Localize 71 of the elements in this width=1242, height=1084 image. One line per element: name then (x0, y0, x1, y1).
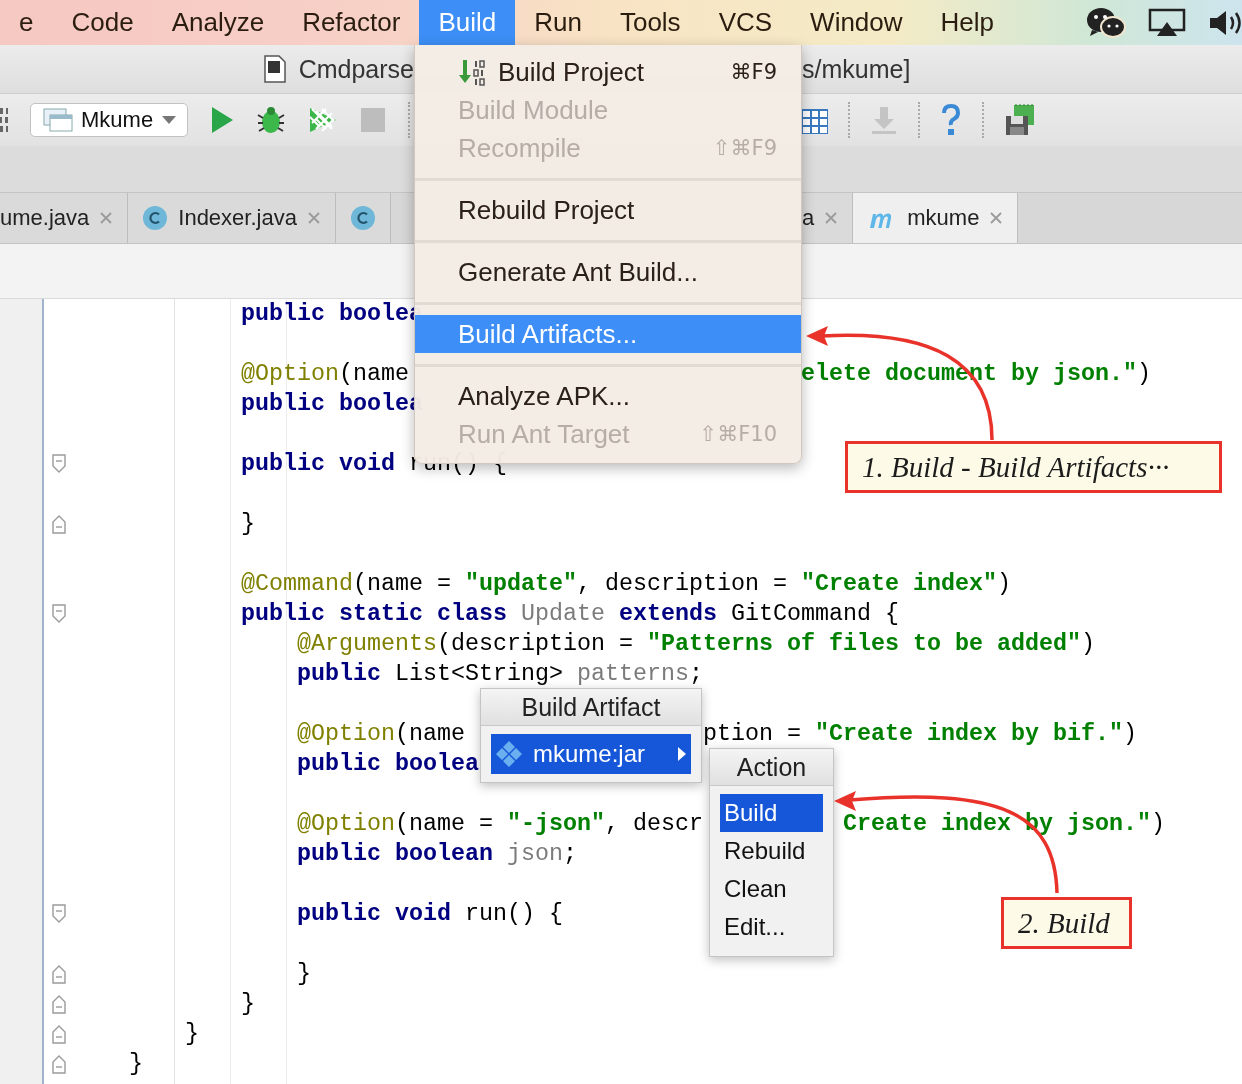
window-title: Cmdparse (298, 54, 414, 84)
stop-icon[interactable] (360, 107, 387, 133)
chat-icon[interactable] (1086, 5, 1126, 40)
fold-icon[interactable] (51, 514, 66, 534)
fold-icon[interactable] (51, 904, 66, 924)
editor-tab[interactable]: ume.java (0, 193, 129, 243)
menu-item[interactable]: Tools (600, 0, 700, 45)
code-line: @Option(name = "-json", descr (296, 810, 703, 839)
run-config-dropdown[interactable]: Mkume (30, 103, 189, 137)
help-icon[interactable] (940, 104, 962, 136)
fold-icon[interactable] (51, 994, 66, 1014)
code-line: } (44, 1019, 199, 1049)
menu-item[interactable]: Run (515, 0, 601, 45)
popup-title: Action (710, 749, 833, 786)
code-line: public static class Update extends GitCommand { (44, 599, 899, 629)
grid-icon[interactable] (802, 106, 828, 134)
menu-item[interactable]: Refactor (283, 0, 420, 45)
code-line: @Option(name (296, 720, 466, 749)
menu-item[interactable]: Edit... (720, 908, 823, 946)
menu-item[interactable]: Build Project ⌘F9 (415, 53, 801, 91)
menu-item[interactable]: Code (52, 0, 153, 45)
menu-item[interactable]: mkume:jar (491, 734, 691, 774)
menu-item[interactable]: Window (791, 0, 922, 45)
menu-item[interactable]: Help (921, 0, 1014, 45)
code-line: @Arguments(description = "Patterns of files to be added") (296, 630, 1095, 659)
device-icon[interactable] (1004, 104, 1036, 136)
fold-icon[interactable] (51, 964, 66, 984)
window-icon (43, 108, 73, 132)
code-line: public boolean json; (296, 840, 577, 869)
menu-item[interactable]: Rebuild Project (415, 191, 801, 229)
menu-item[interactable]: e (0, 0, 53, 45)
class-icon (142, 205, 169, 231)
code-line: public boolea (296, 750, 479, 779)
editor-tab[interactable]: a (802, 193, 854, 243)
code-line: ption = "Create index by bif.") (702, 720, 1137, 749)
callout-note: 2. Build (1001, 897, 1132, 949)
fold-icon[interactable] (51, 604, 66, 624)
menu-item[interactable]: Build (720, 794, 823, 832)
download-icon[interactable] (870, 105, 898, 135)
window-title: s/mkume] (802, 54, 911, 84)
volume-icon[interactable] (1208, 8, 1242, 37)
artifact-icon (495, 740, 523, 768)
callout-note: 1. Build - Build Artifacts··· (845, 441, 1222, 493)
close-icon[interactable] (99, 211, 114, 225)
close-icon[interactable] (824, 211, 839, 225)
code-line: public void run() { (44, 899, 563, 929)
code-line: @Option(name (240, 360, 410, 389)
menu-item[interactable]: VCS (699, 0, 792, 45)
run-icon[interactable] (210, 106, 235, 134)
code-line: public List<String> patterns; (296, 660, 703, 689)
fold-icon[interactable] (51, 1024, 66, 1044)
build-icon (458, 59, 488, 87)
close-icon[interactable] (306, 211, 321, 225)
code-line: @Command(name = "update", description = "Create index") (240, 570, 1011, 599)
code-line: } (44, 1049, 143, 1079)
popup-title: Build Artifact (481, 689, 701, 726)
code-line: } (44, 959, 311, 989)
code-line: } (44, 509, 255, 539)
airplay-icon[interactable] (1148, 7, 1186, 38)
editor-tab[interactable]: mkume (853, 193, 1019, 243)
menu-item[interactable]: Analyze (152, 0, 284, 45)
menu-item[interactable]: Clean (720, 870, 823, 908)
caret-icon (161, 115, 178, 125)
fold-icon[interactable] (51, 454, 66, 474)
code-line: } (44, 989, 255, 1019)
bug-icon[interactable] (256, 105, 287, 135)
class-icon (349, 205, 376, 231)
file-icon (262, 55, 287, 83)
menu-item[interactable]: Rebuild (720, 832, 823, 870)
fold-icon[interactable] (51, 1054, 66, 1074)
close-icon[interactable] (989, 211, 1004, 225)
